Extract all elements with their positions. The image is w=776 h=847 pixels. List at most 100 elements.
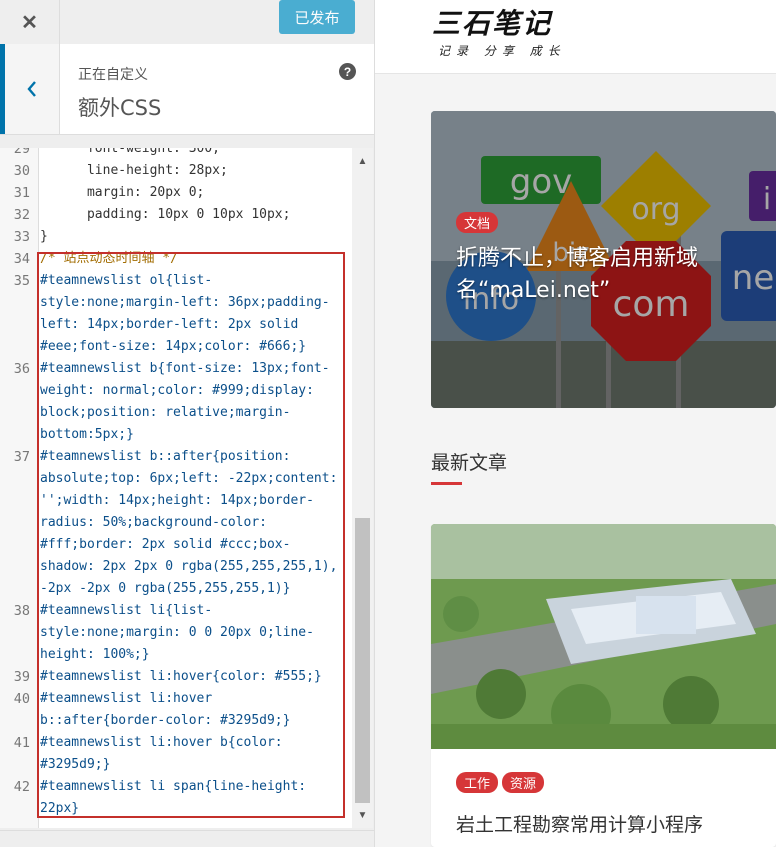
post-thumbnail[interactable] xyxy=(431,524,776,749)
post-tag-resource[interactable]: 资源 xyxy=(502,772,545,793)
code-text[interactable]: #eee;font-size: 14px;color: #666;} xyxy=(34,336,352,358)
code-text[interactable]: #teamnewslist b{font-size: 13px;font- xyxy=(34,358,352,380)
code-line[interactable]: style:none;margin-left: 36px;padding- xyxy=(0,292,352,314)
post-card[interactable]: 工作 资源 岩土工程勘察常用计算小程序 xyxy=(431,524,776,847)
code-line[interactable]: 33} xyxy=(0,226,352,248)
code-text[interactable]: bottom:5px;} xyxy=(34,424,352,446)
code-text[interactable]: #teamnewslist li:hover{color: #555;} xyxy=(34,666,352,688)
featured-post[interactable]: gov org biz info com ne i 文档 折腾不止，博客启用新域… xyxy=(431,111,776,408)
code-line[interactable]: 22px} xyxy=(0,798,352,820)
code-line[interactable]: 39 #teamnewslist li:hover{color: #555;} xyxy=(0,666,352,688)
code-line[interactable]: 29 font-weight: 300; xyxy=(0,148,352,160)
code-line[interactable]: left: 14px;border-left: 2px solid xyxy=(0,314,352,336)
featured-title[interactable]: 折腾不止，博客启用新域名“maLei.net” xyxy=(456,243,756,307)
line-number xyxy=(0,424,34,446)
line-number xyxy=(0,292,34,314)
back-button[interactable] xyxy=(0,44,60,134)
line-number xyxy=(0,556,34,578)
customizer-footer xyxy=(0,830,374,847)
code-text[interactable]: #teamnewslist li:hover b{color: xyxy=(34,732,352,754)
code-line[interactable]: height: 100%;} xyxy=(0,644,352,666)
code-line[interactable]: absolute;top: 6px;left: -22px;content: xyxy=(0,468,352,490)
code-text[interactable]: -2px -2px 0 rgba(255,255,255,1)} xyxy=(34,578,352,600)
code-line[interactable]: #eee;font-size: 14px;color: #666;} xyxy=(0,336,352,358)
code-text[interactable]: weight: normal;color: #999;display: xyxy=(34,380,352,402)
css-code-editor[interactable]: 29 font-weight: 300; 30 line-height: 28px… xyxy=(0,148,373,828)
code-text[interactable]: line-height: 28px; xyxy=(34,160,352,182)
site-logo[interactable]: 三石笔记 记录 分享 成长 xyxy=(432,2,566,59)
line-number: 35 xyxy=(13,273,30,289)
code-text[interactable]: margin: 20px 0; xyxy=(34,182,352,204)
publish-button[interactable]: 已发布 xyxy=(279,0,355,34)
code-text[interactable]: 22px} xyxy=(34,798,352,820)
featured-category[interactable]: 文档 xyxy=(456,212,502,233)
code-text[interactable]: } xyxy=(34,226,352,248)
code-text[interactable]: absolute;top: 6px;left: -22px;content: xyxy=(34,468,352,490)
line-number: 30 xyxy=(13,163,30,179)
breadcrumb: 正在自定义 xyxy=(78,67,148,83)
scroll-down-arrow-icon[interactable]: ▼ xyxy=(352,808,373,822)
code-line[interactable]: b::after{border-color: #3295d9;} xyxy=(0,710,352,732)
line-number: 31 xyxy=(13,185,30,201)
line-number xyxy=(0,710,34,732)
code-text[interactable]: padding: 10px 0 10px 10px; xyxy=(34,204,352,226)
line-number xyxy=(0,490,34,512)
code-text[interactable]: block;position: relative;margin- xyxy=(34,402,352,424)
code-line[interactable]: bottom:5px;} xyxy=(0,424,352,446)
line-number xyxy=(0,754,34,776)
editor-scrollbar[interactable]: ▲ ▼ xyxy=(352,148,373,828)
post-tag-work[interactable]: 工作 xyxy=(456,772,499,793)
code-line[interactable]: #3295d9;} xyxy=(0,754,352,776)
code-text[interactable]: #teamnewslist li{list- xyxy=(34,600,352,622)
code-text[interactable]: height: 100%;} xyxy=(34,644,352,666)
help-icon[interactable]: ? xyxy=(339,63,356,80)
line-number xyxy=(0,468,34,490)
code-text[interactable]: shadow: 2px 2px 0 rgba(255,255,255,1), xyxy=(34,556,352,578)
category-tag[interactable]: 文档 xyxy=(456,212,499,233)
code-text[interactable]: b::after{border-color: #3295d9;} xyxy=(34,710,352,732)
code-text[interactable]: left: 14px;border-left: 2px solid xyxy=(34,314,352,336)
code-text[interactable]: #fff;border: 2px solid #ccc;box- xyxy=(34,534,352,556)
code-line[interactable]: 34/* 站点动态时间轴 */ xyxy=(0,248,352,270)
code-line[interactable]: style:none;margin: 0 0 20px 0;line- xyxy=(0,622,352,644)
code-text[interactable]: radius: 50%;background-color: xyxy=(34,512,352,534)
code-line[interactable]: 38 #teamnewslist li{list- xyxy=(0,600,352,622)
scroll-up-arrow-icon[interactable]: ▲ xyxy=(352,154,373,168)
post-title[interactable]: 岩土工程勘察常用计算小程序 xyxy=(456,810,703,837)
code-line[interactable]: 37 #teamnewslist b::after{position: xyxy=(0,446,352,468)
line-number: 41 xyxy=(13,735,30,751)
line-number: 37 xyxy=(13,449,30,465)
code-line[interactable]: weight: normal;color: #999;display: xyxy=(0,380,352,402)
code-text[interactable]: #teamnewslist ol{list- xyxy=(34,270,352,292)
code-line[interactable]: 35 #teamnewslist ol{list- xyxy=(0,270,352,292)
line-number: 36 xyxy=(13,361,30,377)
code-text[interactable]: #3295d9;} xyxy=(34,754,352,776)
code-line[interactable]: #fff;border: 2px solid #ccc;box- xyxy=(0,534,352,556)
code-line[interactable]: 36 #teamnewslist b{font-size: 13px;font- xyxy=(0,358,352,380)
line-number xyxy=(0,402,34,424)
code-text[interactable]: style:none;margin: 0 0 20px 0;line- xyxy=(34,622,352,644)
code-line[interactable]: radius: 50%;background-color: xyxy=(0,512,352,534)
code-line[interactable]: '';width: 14px;height: 14px;border- xyxy=(0,490,352,512)
code-line[interactable]: shadow: 2px 2px 0 rgba(255,255,255,1), xyxy=(0,556,352,578)
code-text[interactable]: #teamnewslist li span{line-height: xyxy=(34,776,352,798)
scrollbar-thumb[interactable] xyxy=(355,518,370,803)
line-number xyxy=(0,336,34,358)
code-text[interactable]: style:none;margin-left: 36px;padding- xyxy=(34,292,352,314)
code-text[interactable]: #teamnewslist b::after{position: xyxy=(34,446,352,468)
code-line[interactable]: 31 margin: 20px 0; xyxy=(0,182,352,204)
code-line[interactable]: 30 line-height: 28px; xyxy=(0,160,352,182)
code-text[interactable]: /* 站点动态时间轴 */ xyxy=(34,248,352,270)
code-text[interactable]: font-weight: 300; xyxy=(34,148,352,160)
code-line[interactable]: 41 #teamnewslist li:hover b{color: xyxy=(0,732,352,754)
code-line[interactable]: 42 #teamnewslist li span{line-height: xyxy=(0,776,352,798)
code-text[interactable]: #teamnewslist li:hover xyxy=(34,688,352,710)
close-customizer-button[interactable]: ✕ xyxy=(0,0,60,44)
code-line[interactable]: 40 #teamnewslist li:hover xyxy=(0,688,352,710)
code-text[interactable]: '';width: 14px;height: 14px;border- xyxy=(34,490,352,512)
latest-posts-heading: 最新文章 xyxy=(431,452,508,474)
line-number: 29 xyxy=(13,148,30,157)
code-line[interactable]: -2px -2px 0 rgba(255,255,255,1)} xyxy=(0,578,352,600)
code-line[interactable]: block;position: relative;margin- xyxy=(0,402,352,424)
code-line[interactable]: 32 padding: 10px 0 10px 10px; xyxy=(0,204,352,226)
